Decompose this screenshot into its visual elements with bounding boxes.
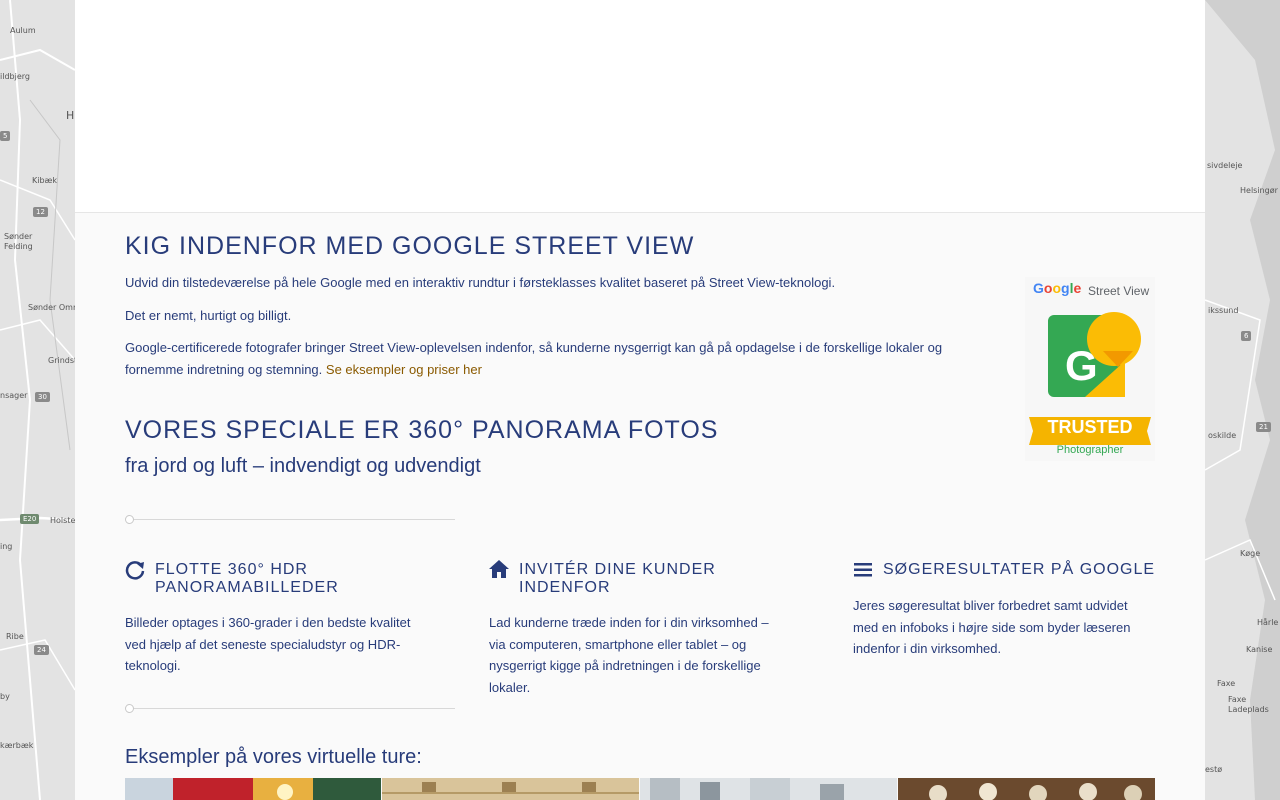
- feature-text-line: Billeder optages i 360-grader i den beds…: [125, 615, 411, 630]
- speciale-subheading: fra jord og luft – indvendigt og udvendi…: [125, 455, 481, 477]
- examples-heading: Eksempler på vores virtuelle ture:: [125, 746, 422, 768]
- map-label: Aulum: [10, 26, 36, 35]
- feature-text-line: nysgerrigt kigge på indretningen i de fo…: [489, 658, 761, 673]
- tour-thumbnail-image: [125, 778, 381, 800]
- tour-thumbnail-image: [898, 778, 1155, 800]
- divider: [125, 515, 455, 524]
- map-label: ing: [0, 542, 13, 551]
- feature-text-line: med en infoboks i højre side som byder l…: [853, 619, 1131, 635]
- road-number: 24: [34, 645, 49, 655]
- road-number: 6: [1241, 331, 1252, 341]
- map-label: Helsingør: [1240, 186, 1278, 195]
- feature-heading-line: FLOTTE 360° HDR: [155, 561, 308, 578]
- road-number: E20: [20, 514, 40, 524]
- feature-text: Billeder optages i 360-grader i den beds…: [125, 612, 410, 677]
- feature-heading-line: INDENFOR: [519, 579, 611, 596]
- intro-text: Google-certificerede fotografer bringer …: [125, 340, 943, 355]
- svg-text:G: G: [1065, 342, 1098, 389]
- feature-text-line: Jeres søgeresultat bliver forbedret samt…: [853, 598, 1128, 613]
- feature-heading: INVITÉR DINE KUNDER INDENFOR: [519, 561, 716, 597]
- menu-icon: [854, 563, 872, 577]
- feature-heading-line: PANORAMABILLEDER: [155, 579, 339, 596]
- intro-paragraph: Det er nemt, hurtigt og billigt.: [125, 308, 292, 323]
- map-label: Faxe: [1217, 679, 1236, 688]
- map-label: H: [66, 109, 75, 122]
- tour-thumbnail[interactable]: [898, 778, 1155, 800]
- feature-text-line: ved hjælp af det seneste specialudstyr o…: [125, 636, 401, 652]
- home-icon: [489, 560, 509, 578]
- feature-text-line: lokaler.: [489, 679, 531, 695]
- examples-prices-link[interactable]: Se eksempler og priser her: [326, 362, 482, 377]
- feature-heading: FLOTTE 360° HDR PANORAMABILLEDER: [155, 561, 339, 597]
- feature-heading-line: INVITÉR DINE KUNDER: [519, 561, 716, 578]
- map-label: ikssund: [1208, 306, 1239, 315]
- tour-thumbnail-image: [640, 778, 897, 800]
- feature-text: Jeres søgeresultat bliver forbedret samt…: [853, 595, 1130, 660]
- road-number: 30: [35, 392, 50, 402]
- map-label: Køge: [1240, 549, 1261, 558]
- map-label: oskilde: [1208, 431, 1237, 440]
- road-number: 21: [1256, 422, 1271, 432]
- map-label: Kibæk: [32, 176, 58, 185]
- tour-thumbnail[interactable]: [125, 778, 381, 800]
- intro-text: fornemme indretning og stemning.: [125, 362, 323, 377]
- tour-thumbnail[interactable]: [382, 778, 639, 800]
- road-number: 12: [33, 207, 48, 217]
- map-label: sivdeleje: [1207, 161, 1243, 170]
- tour-thumbnail-image: [382, 778, 639, 800]
- map-label: Hårle: [1257, 618, 1279, 627]
- badge-streetview-label: Street View: [1088, 284, 1150, 298]
- badge-photographer-label: Photographer: [1056, 444, 1124, 456]
- map-label: estø: [1205, 765, 1223, 774]
- map-label: Kanise: [1246, 645, 1273, 654]
- feature-text-line: Lad kunderne træde inden for i din virks…: [489, 615, 769, 630]
- hero-area: [75, 0, 1205, 213]
- map-label: Felding: [4, 242, 33, 251]
- map-label: ildbjerg: [0, 72, 30, 81]
- feature-text-line: indenfor i din virksomhed.: [853, 641, 1002, 656]
- feature-text-line: teknologi.: [125, 658, 181, 673]
- map-label: Faxe Ladeplads: [1228, 695, 1269, 714]
- intro-paragraph: Google-certificerede fotografer bringer …: [125, 337, 975, 381]
- feature-heading: SØGERESULTATER PÅ GOOGLE: [883, 561, 1155, 579]
- trusted-photographer-badge: Google G Street View TRUSTED Photographe…: [1025, 277, 1155, 461]
- map-label: by: [0, 692, 10, 701]
- road-number: 5: [0, 131, 11, 141]
- map-label: Sønder: [4, 232, 33, 241]
- map-label: nsager: [0, 391, 28, 400]
- badge-trusted-label: TRUSTED: [1047, 417, 1133, 437]
- svg-text:Google: Google: [1033, 280, 1081, 296]
- intro-paragraph: Udvid din tilstedeværelse på hele Google…: [125, 275, 836, 290]
- map-label: kærbæk: [0, 741, 34, 750]
- feature-text-line: via computeren, smartphone eller tablet …: [489, 636, 747, 652]
- page-container: KIG INDENFOR MED GOOGLE STREET VIEW Udvi…: [75, 0, 1205, 800]
- divider: [125, 704, 455, 713]
- page-title: KIG INDENFOR MED GOOGLE STREET VIEW: [125, 232, 695, 260]
- feature-heading-line: SØGERESULTATER PÅ GOOGLE: [883, 561, 1156, 578]
- speciale-heading: VORES SPECIALE ER 360° PANORAMA FOTOS: [125, 416, 719, 444]
- refresh-icon: [125, 561, 145, 580]
- feature-text: Lad kunderne træde inden for i din virks…: [489, 612, 769, 698]
- tour-thumbnail[interactable]: [640, 778, 897, 800]
- map-label: Ribe: [6, 632, 24, 641]
